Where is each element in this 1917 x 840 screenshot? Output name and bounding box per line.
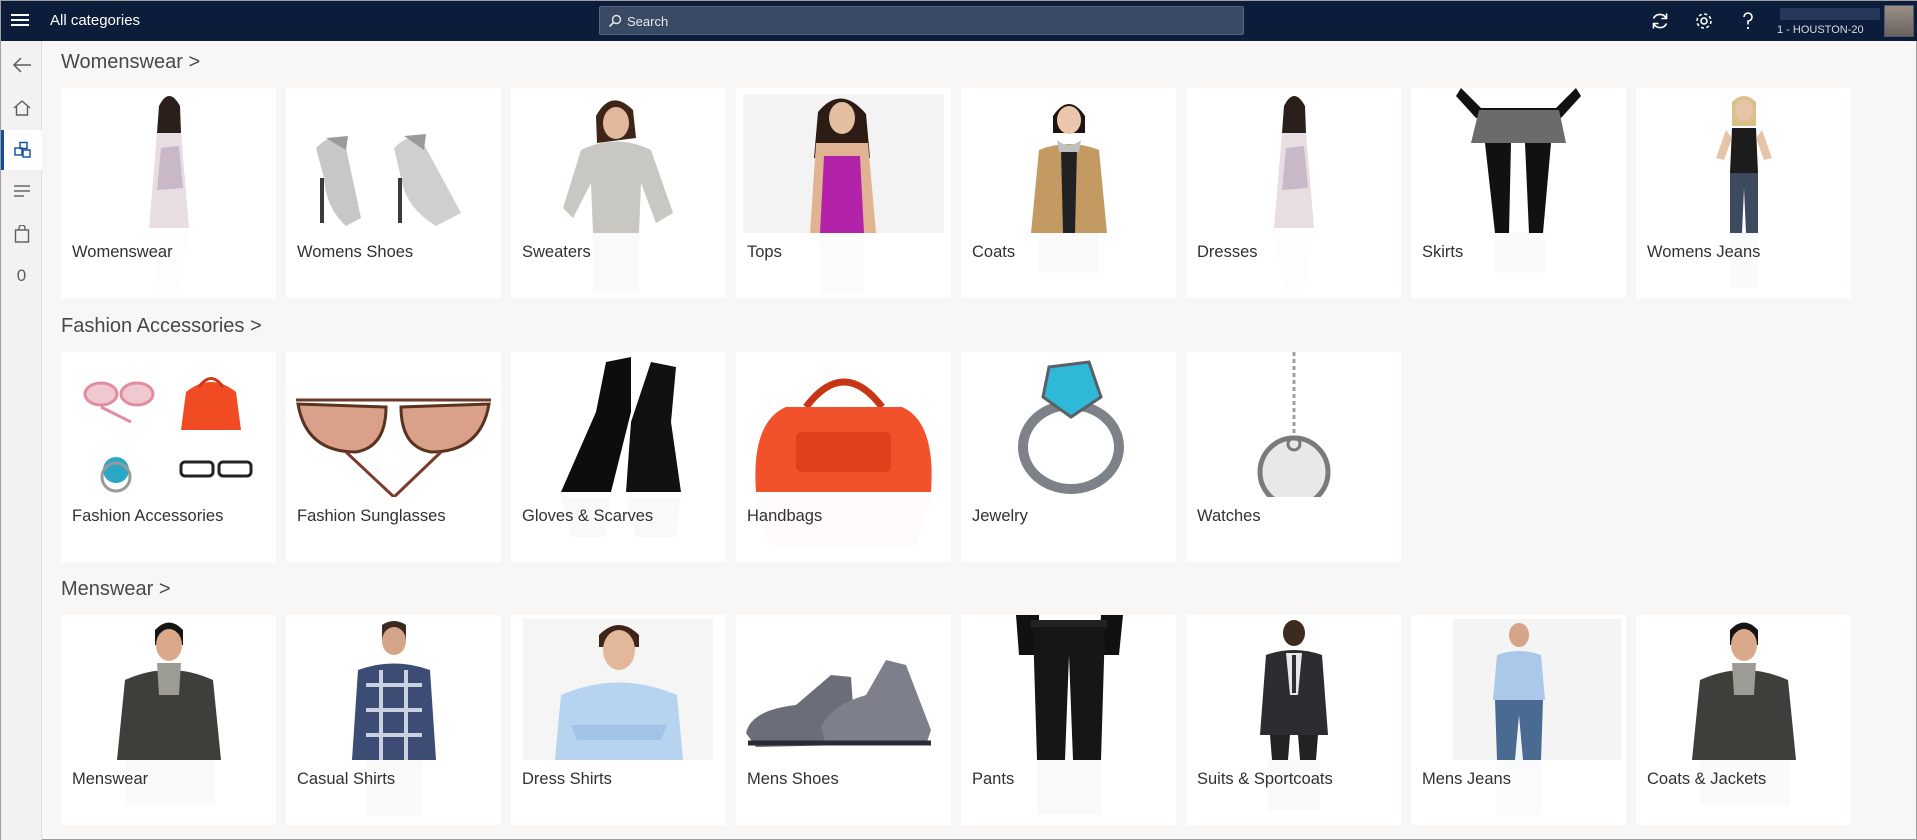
section-tiles-fashion-accessories: Fashion Accessories Fashion Sunglasses G… xyxy=(61,352,1881,562)
category-tile-suits-sportcoats[interactable]: Suits & Sportcoats xyxy=(1186,615,1401,825)
product-image xyxy=(746,660,931,747)
product-image xyxy=(352,621,436,760)
product-image xyxy=(1716,96,1772,233)
category-tile-gloves-scarves[interactable]: Gloves & Scarves xyxy=(511,352,726,562)
product-image xyxy=(316,134,461,226)
product-image xyxy=(1031,104,1107,233)
category-tile-handbags[interactable]: Handbags xyxy=(736,352,951,562)
product-image xyxy=(1006,615,1131,760)
shopping-bag-icon[interactable] xyxy=(1,214,42,254)
tile-label: Dresses xyxy=(1186,233,1401,298)
search-icon xyxy=(608,14,622,28)
search-placeholder: Search xyxy=(627,14,669,29)
product-image xyxy=(743,94,944,233)
help-icon[interactable] xyxy=(1737,10,1759,32)
tile-label: Mens Shoes xyxy=(736,760,951,825)
page-title: All categories xyxy=(50,12,141,29)
product-image xyxy=(1692,622,1796,760)
product-image xyxy=(561,357,681,492)
tile-label: Menswear xyxy=(61,760,276,825)
category-tile-womenswear[interactable]: Womenswear xyxy=(61,88,276,298)
tile-label: Womens Shoes xyxy=(286,233,501,298)
top-bar: All categories Search 1 - HOUSTON-20 xyxy=(1,1,1917,41)
category-tile-coats[interactable]: Coats xyxy=(961,88,1176,298)
back-arrow-icon[interactable] xyxy=(1,45,42,85)
category-tile-coats-jackets[interactable]: Coats & Jackets xyxy=(1636,615,1851,825)
category-tile-fashion-accessories[interactable]: Fashion Accessories xyxy=(61,352,276,562)
category-tile-mens-shoes[interactable]: Mens Shoes xyxy=(736,615,951,825)
tile-label: Tops xyxy=(736,233,951,298)
app-window: All categories Search 1 - HOUSTON-20 0 W… xyxy=(0,0,1917,840)
cart-count-label: 0 xyxy=(16,266,27,285)
tile-label: Handbags xyxy=(736,497,951,562)
category-tile-womens-shoes[interactable]: Womens Shoes xyxy=(286,88,501,298)
tile-label: Sweaters xyxy=(511,233,726,298)
category-tile-mens-jeans[interactable]: Mens Jeans xyxy=(1411,615,1626,825)
category-tile-fashion-sunglasses[interactable]: Fashion Sunglasses xyxy=(286,352,501,562)
user-name xyxy=(1780,8,1880,20)
category-tile-dresses[interactable]: Dresses xyxy=(1186,88,1401,298)
tile-label: Fashion Accessories xyxy=(61,497,276,562)
gear-icon[interactable] xyxy=(1693,10,1715,32)
tile-label: Dress Shirts xyxy=(511,760,726,825)
cart-count[interactable]: 0 xyxy=(1,256,42,296)
section-header-menswear[interactable]: Menswear > xyxy=(61,578,171,601)
tile-label: Suits & Sportcoats xyxy=(1186,760,1401,825)
section-header-fashion-accessories[interactable]: Fashion Accessories > xyxy=(61,315,262,338)
search-input[interactable]: Search xyxy=(599,6,1244,35)
product-image xyxy=(149,96,189,228)
category-tile-jewelry[interactable]: Jewelry xyxy=(961,352,1176,562)
tile-label: Coats & Jackets xyxy=(1636,760,1851,825)
category-tile-sweaters[interactable]: Sweaters xyxy=(511,88,726,298)
avatar[interactable] xyxy=(1884,5,1914,37)
category-tile-casual-shirts[interactable]: Casual Shirts xyxy=(286,615,501,825)
tile-label: Womenswear xyxy=(61,233,276,298)
tile-label: Gloves & Scarves xyxy=(511,497,726,562)
orders-list-icon[interactable] xyxy=(1,171,42,211)
category-tile-skirts[interactable]: Skirts xyxy=(1411,88,1626,298)
product-image xyxy=(1018,360,1124,494)
tile-label: Coats xyxy=(961,233,1176,298)
tile-label: Jewelry xyxy=(961,497,1176,562)
product-image xyxy=(296,398,491,497)
product-image xyxy=(1260,620,1328,760)
store-label: 1 - HOUSTON-20 xyxy=(1777,24,1864,36)
tile-label: Skirts xyxy=(1411,233,1626,298)
product-image xyxy=(1274,96,1314,228)
product-image xyxy=(83,377,253,493)
tile-label: Womens Jeans xyxy=(1636,233,1851,298)
product-image xyxy=(1453,619,1621,760)
product-image xyxy=(1257,352,1331,497)
refresh-icon[interactable] xyxy=(1649,10,1671,32)
hamburger-menu-icon[interactable] xyxy=(10,11,30,31)
tile-label: Pants xyxy=(961,760,1176,825)
products-icon[interactable] xyxy=(1,130,42,170)
category-tile-watches[interactable]: Watches xyxy=(1186,352,1401,562)
category-tile-pants[interactable]: Pants xyxy=(961,615,1176,825)
category-tile-tops[interactable]: Tops xyxy=(736,88,951,298)
section-tiles-menswear: Menswear Casual Shirts Dress Shirts Mens… xyxy=(61,615,1881,825)
product-image xyxy=(117,622,221,760)
category-tile-menswear[interactable]: Menswear xyxy=(61,615,276,825)
section-tiles-womenswear: Womenswear Womens Shoes Sweaters Tops Co… xyxy=(61,88,1881,298)
section-header-womenswear[interactable]: Womenswear > xyxy=(61,51,200,74)
product-image xyxy=(523,619,713,760)
tile-label: Mens Jeans xyxy=(1411,760,1626,825)
tile-label: Fashion Sunglasses xyxy=(286,497,501,562)
tile-label: Casual Shirts xyxy=(286,760,501,825)
user-info[interactable]: 1 - HOUSTON-20 xyxy=(1770,3,1880,39)
tile-label: Watches xyxy=(1186,497,1401,562)
product-image xyxy=(563,100,673,233)
product-image xyxy=(755,378,932,492)
home-icon[interactable] xyxy=(1,88,42,128)
category-tile-womens-jeans[interactable]: Womens Jeans xyxy=(1636,88,1851,298)
product-image xyxy=(1456,88,1581,233)
navigation-rail: 0 xyxy=(1,41,42,840)
category-tile-dress-shirts[interactable]: Dress Shirts xyxy=(511,615,726,825)
